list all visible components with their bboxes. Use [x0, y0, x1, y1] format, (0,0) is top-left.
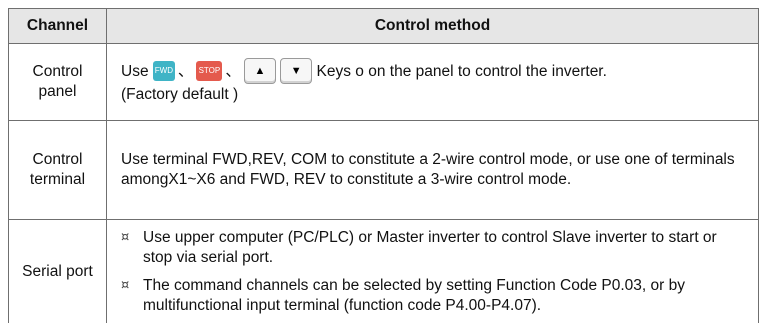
channel-cell: Control terminal: [8, 120, 107, 220]
bullet-icon: ¤: [121, 229, 130, 245]
separator: 、: [225, 63, 241, 81]
table-row: Control terminal Use terminal FWD,REV, C…: [8, 120, 759, 220]
control-method-table: Channel Control method Control panel Use…: [8, 8, 759, 323]
factory-default-note: (Factory default ): [121, 86, 239, 103]
stop-key-icon: STOP: [196, 61, 223, 81]
channel-cell: Control panel: [8, 43, 107, 121]
table-header-row: Channel Control method: [8, 8, 759, 44]
table-row: Serial port ¤ Use upper computer (PC/PLC…: [8, 219, 759, 323]
header-channel: Channel: [8, 8, 107, 44]
header-control-method: Control method: [106, 8, 759, 44]
panel-text-suffix: Keys o on the panel to control the inver…: [316, 63, 607, 81]
control-method-cell: Use FWD、 STOP、 ▲ ▼ Keys o on the panel to …: [106, 43, 759, 121]
bullet-icon: ¤: [121, 277, 130, 293]
bullet-text: The command channels can be selected by …: [143, 276, 685, 314]
panel-text-prefix: Use: [121, 63, 149, 81]
up-key-icon: ▲: [243, 58, 276, 84]
table-row: Control panel Use FWD、 STOP、 ▲ ▼ Keys o on…: [8, 43, 759, 121]
panel-keys-line: Use FWD、 STOP、 ▲ ▼ Keys o on the panel to …: [121, 58, 750, 85]
down-key-icon: ▼: [280, 58, 313, 84]
fwd-key-icon: FWD: [152, 61, 175, 81]
control-method-cell: ¤ Use upper computer (PC/PLC) or Master …: [106, 219, 759, 323]
separator: 、: [177, 63, 194, 81]
control-method-cell: Use terminal FWD,REV, COM to constitute …: [106, 120, 759, 220]
channel-cell: Serial port: [8, 219, 107, 323]
bullet-text: Use upper computer (PC/PLC) or Master in…: [143, 228, 717, 266]
bullet-item: ¤ The command channels can be selected b…: [121, 276, 750, 316]
bullet-item: ¤ Use upper computer (PC/PLC) or Master …: [121, 228, 750, 268]
